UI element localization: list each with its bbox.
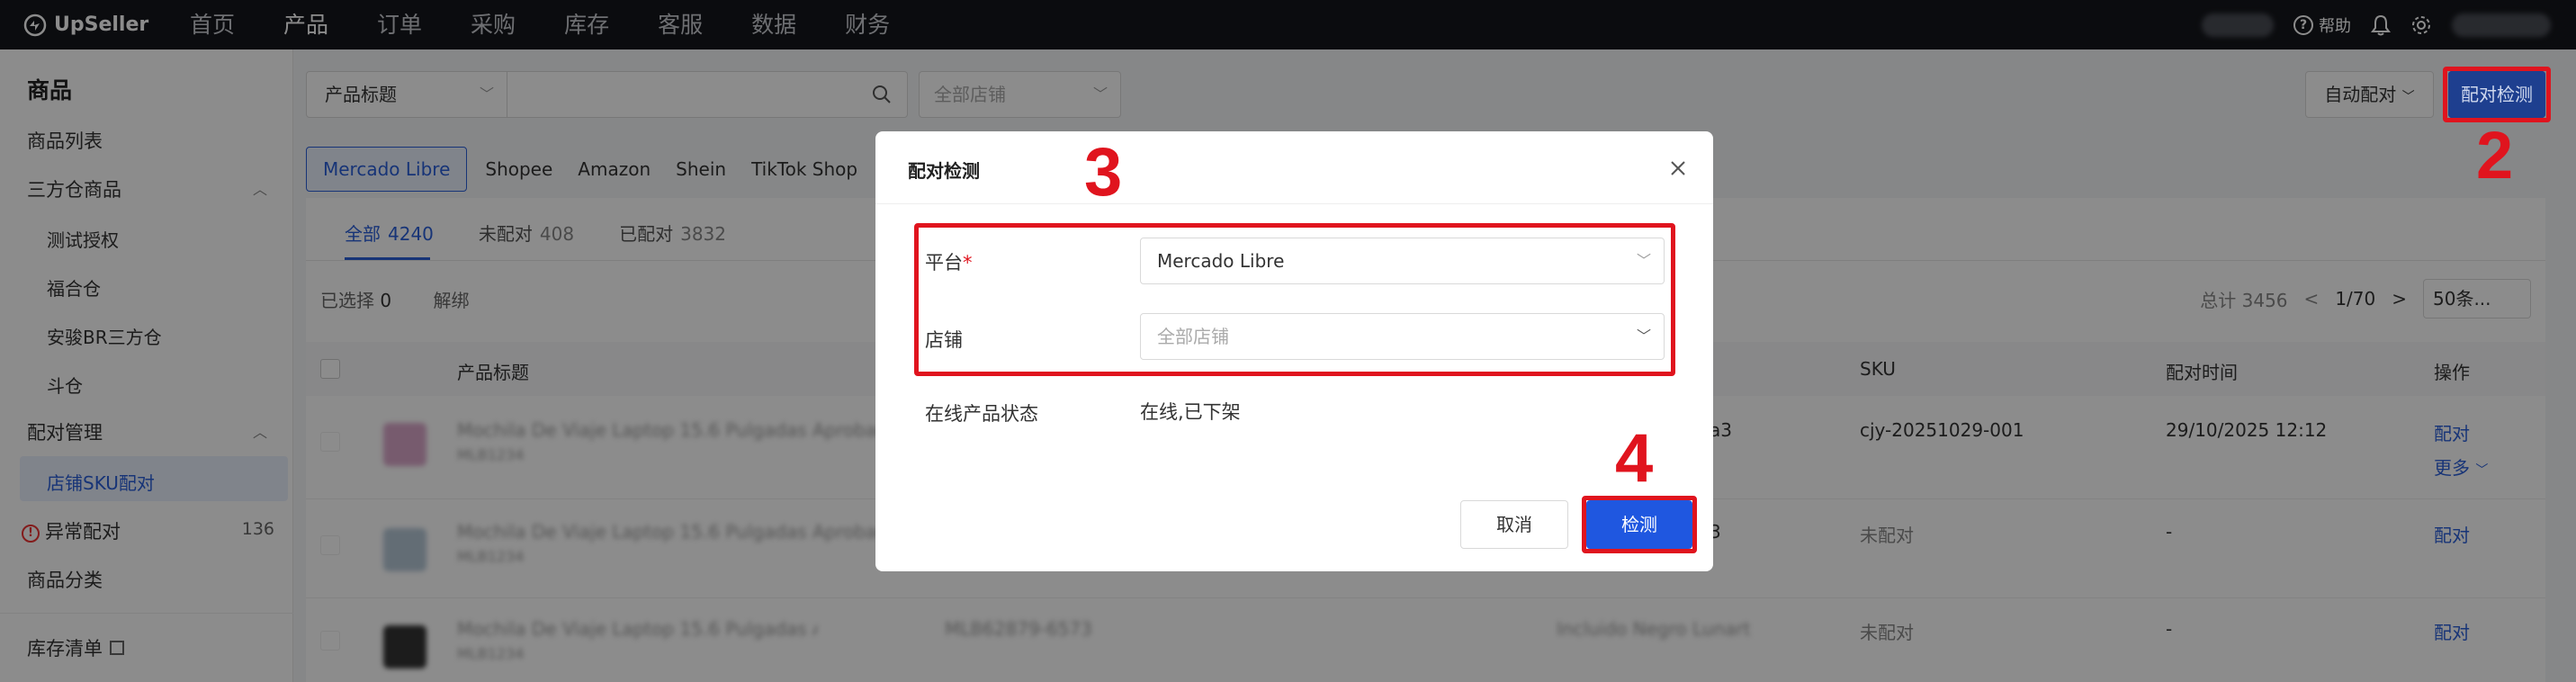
annotation-box-4 — [1582, 496, 1697, 553]
online-status-value: 在线,已下架 — [1140, 401, 1241, 423]
annotation-number-4: 4 — [1615, 420, 1654, 497]
close-icon[interactable] — [1668, 158, 1688, 178]
annotation-number-3: 3 — [1084, 134, 1123, 211]
annotation-number-2: 2 — [2476, 118, 2514, 193]
match-detect-dialog: 配对检测 3 平台* Mercado Libre ﹀ 店铺 全部店铺 ﹀ 在线产品状… — [875, 131, 1713, 571]
cancel-button[interactable]: 取消 — [1460, 500, 1568, 549]
annotation-box-3 — [914, 223, 1675, 376]
annotation-box-2 — [2443, 67, 2551, 122]
dialog-title: 配对检测 — [908, 160, 980, 182]
dialog-header-divider — [875, 203, 1713, 204]
online-status-label: 在线产品状态 — [925, 403, 1038, 425]
